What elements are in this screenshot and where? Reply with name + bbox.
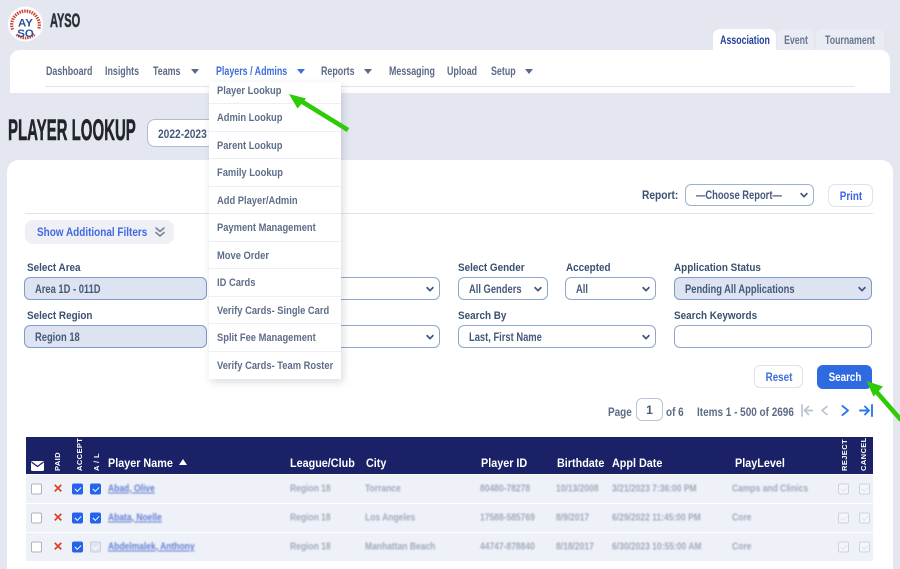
svg-text:SO: SO [17, 28, 34, 40]
